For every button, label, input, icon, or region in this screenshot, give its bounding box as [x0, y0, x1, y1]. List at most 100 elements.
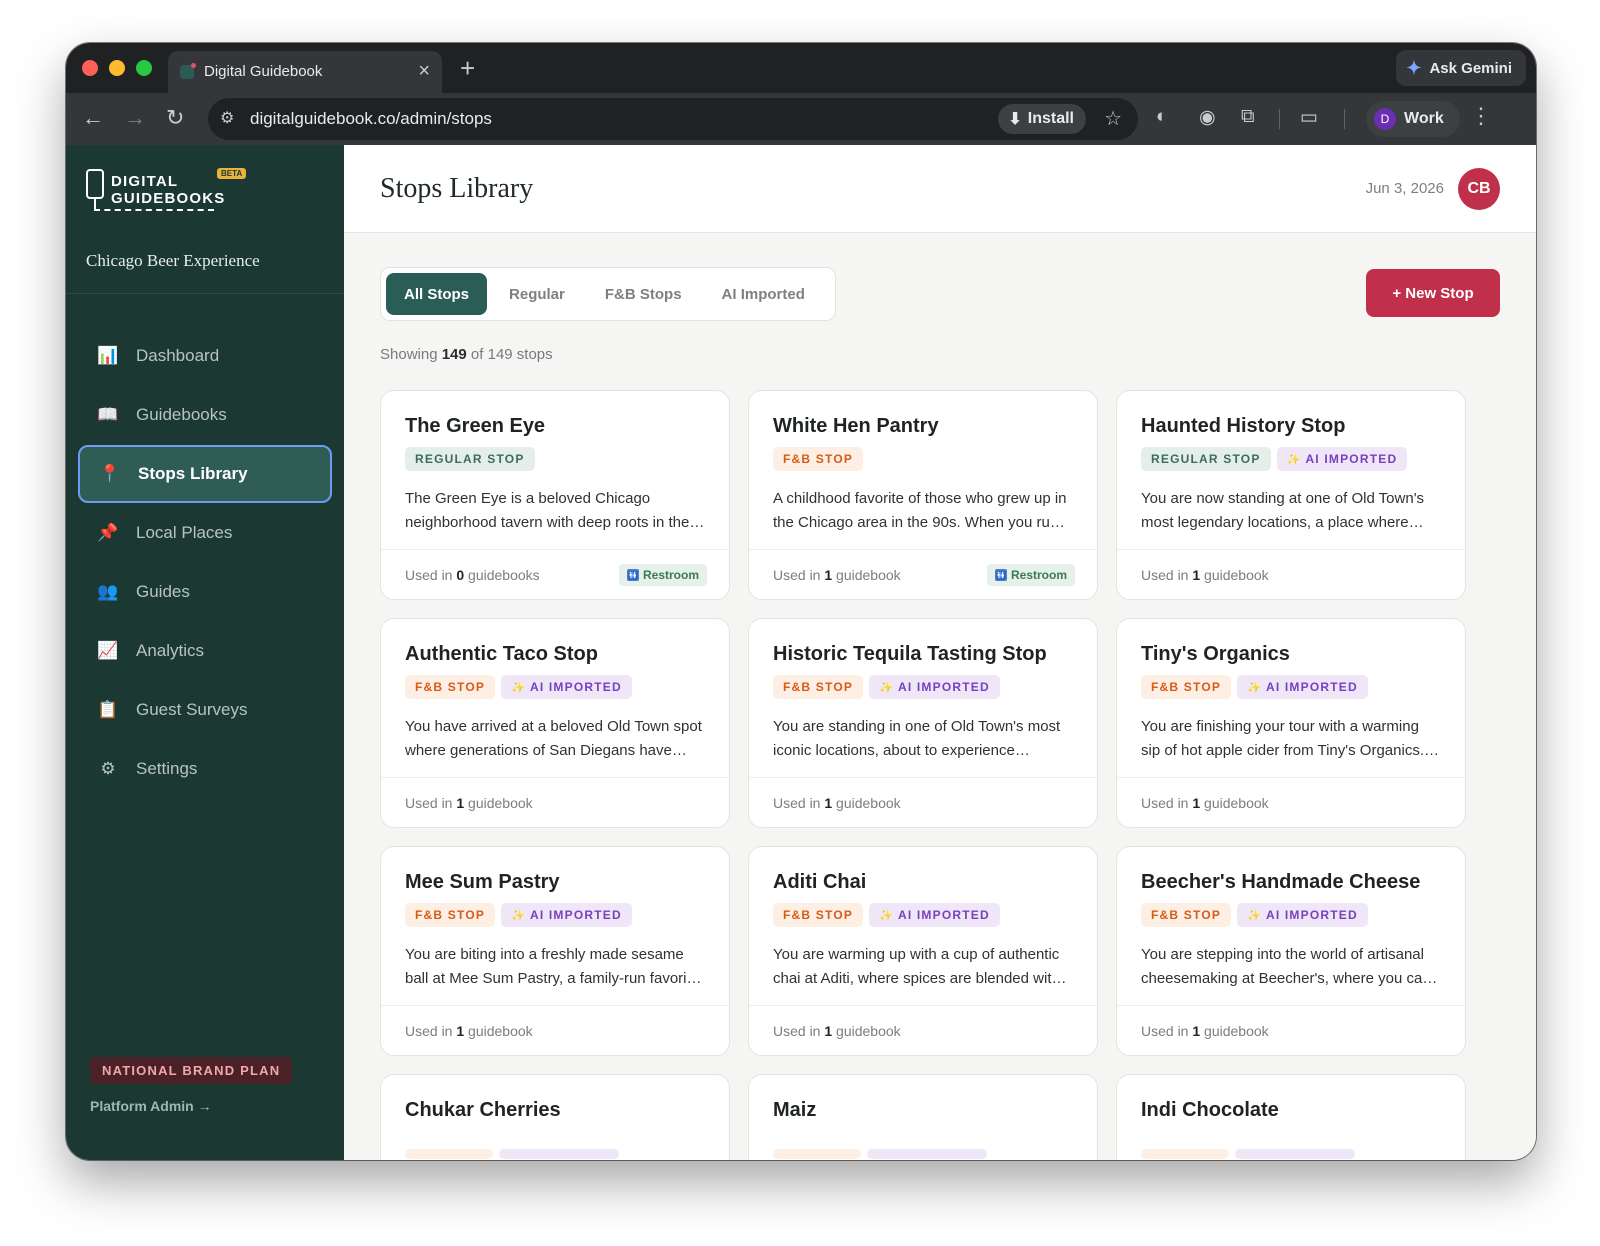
page-header: Stops Library Jun 3, 2026 CB [344, 145, 1536, 233]
phone-logo-icon [86, 169, 104, 199]
ask-gemini-label: Ask Gemini [1429, 59, 1512, 77]
browser-tab[interactable]: Digital Guidebook × [168, 51, 442, 93]
bookmark-star-icon[interactable]: ☆ [1104, 106, 1122, 131]
close-window-button[interactable] [82, 60, 98, 76]
usage-count: Used in 1 guidebook [1141, 795, 1269, 811]
usage-number: 1 [824, 1023, 833, 1039]
stop-description-line: You are finishing your tour with a warmi… [1141, 718, 1419, 735]
stop-card[interactable]: Chukar Cherries [380, 1074, 730, 1160]
sidebar-item-settings[interactable]: ⚙ Settings [78, 740, 332, 798]
ai-imported-badge: ✨ AI IMPORTED [1237, 903, 1368, 927]
organization-name: Chicago Beer Experience [86, 251, 260, 270]
usage-prefix: Used in [773, 795, 821, 811]
sidebar-item-local-places[interactable]: 📌 Local Places [78, 504, 332, 562]
tab-f-b-stops[interactable]: F&B Stops [587, 273, 700, 315]
sidebar-item-stops-library[interactable]: 📍 Stops Library [78, 445, 332, 503]
site-settings-icon[interactable]: ⚙ [220, 108, 234, 128]
usage-unit: guidebook [836, 567, 901, 583]
browser-window: Digital Guidebook × + ✦ Ask Gemini ← → ↻… [66, 43, 1536, 1160]
camera-icon[interactable]: ◉ [1199, 106, 1216, 129]
sidebar-item-guides[interactable]: 👥 Guides [78, 563, 332, 621]
install-label: Install [1027, 110, 1074, 127]
stop-badges: REGULAR STOP ✨ AI IMPORTED [1141, 447, 1408, 471]
tab-ai-imported[interactable]: AI Imported [704, 273, 823, 315]
user-avatar[interactable]: CB [1458, 168, 1500, 210]
digital-guidebooks-logo[interactable]: DIGITAL GUIDEBOOKS BETA [86, 168, 256, 217]
stop-title: Haunted History Stop [1141, 415, 1346, 437]
plan-badge: NATIONAL BRAND PLAN [90, 1057, 293, 1084]
usage-unit: guidebook [836, 795, 901, 811]
trend-chart-icon: 📈 [97, 641, 119, 660]
profile-chip[interactable]: D Work [1366, 101, 1460, 137]
stop-title: Authentic Taco Stop [405, 643, 598, 665]
stop-card[interactable]: Authentic Taco Stop F&B STOP ✨ AI IMPORTED Y… [380, 618, 730, 828]
stop-description-line: You are warming up with a cup of authent… [773, 946, 1060, 963]
new-stop-button[interactable]: + New Stop [1366, 269, 1500, 317]
stop-badges: F&B STOP ✨ AI IMPORTED [405, 903, 632, 927]
stop-badges: F&B STOP ✨ AI IMPORTED [1141, 903, 1368, 927]
badge-label: AI IMPORTED [529, 680, 622, 694]
bar-chart-icon: 📊 [97, 346, 119, 365]
stop-card[interactable]: Aditi Chai F&B STOP ✨ AI IMPORTED You are wa… [748, 846, 1098, 1056]
stop-card-footer: Used in 1 guidebook [381, 777, 729, 827]
extensions-puzzle-icon[interactable]: ⧉ [1241, 106, 1255, 128]
stop-description-line: You are stepping into the world of artis… [1141, 946, 1424, 963]
usage-unit: guidebook [1204, 1023, 1269, 1039]
restroom-label: Restroom [1010, 568, 1067, 582]
browser-toolbar: ← → ↻ ⚙ digitalguidebook.co/admin/stops … [66, 93, 1536, 145]
platform-admin-link[interactable]: Platform Admin → [90, 1098, 212, 1114]
reload-icon[interactable]: ↻ [166, 105, 184, 131]
back-arrow-icon[interactable]: ← [82, 105, 104, 131]
sidebar-item-guidebooks[interactable]: 📖 Guidebooks [78, 386, 332, 444]
tab-regular[interactable]: Regular [491, 273, 583, 315]
stop-card[interactable]: Historic Tequila Tasting Stop F&B STOP ✨ AI… [748, 618, 1098, 828]
tab-title: Digital Guidebook [204, 63, 323, 80]
logo-word-2: GUIDEBOOKS [111, 190, 226, 207]
people-icon: 👥 [97, 582, 119, 601]
badge-label: AI IMPORTED [897, 908, 990, 922]
clipboard-icon: 📋 [97, 700, 119, 719]
stop-card[interactable]: Beecher's Handmade Cheese F&B STOP ✨ AI IMP… [1116, 846, 1466, 1056]
stop-card[interactable]: Haunted History Stop REGULAR STOP ✨ AI IMPO… [1116, 390, 1466, 600]
new-tab-plus-icon[interactable]: + [460, 53, 475, 84]
usage-count: Used in 1 guidebook [405, 1023, 533, 1039]
stop-badges: F&B STOP ✨ AI IMPORTED [405, 675, 632, 699]
tab-all-stops[interactable]: All Stops [386, 273, 488, 315]
logo-route-line [94, 209, 214, 211]
stop-card[interactable]: Tiny's Organics F&B STOP ✨ AI IMPORTED You a… [1116, 618, 1466, 828]
forward-arrow-icon[interactable]: → [124, 105, 146, 131]
stop-card[interactable]: Indi Chocolate [1116, 1074, 1466, 1160]
badge-label: REGULAR STOP [1151, 452, 1261, 466]
regular-stop-badge: REGULAR STOP [405, 447, 535, 471]
sidebar-item-analytics[interactable]: 📈 Analytics [78, 622, 332, 680]
stop-card[interactable]: Mee Sum Pastry F&B STOP ✨ AI IMPORTED You ar… [380, 846, 730, 1056]
usage-prefix: Used in [1141, 1023, 1189, 1039]
stop-description: You are now standing at one of Old Town'… [1141, 487, 1447, 534]
badge-label: REGULAR STOP [415, 452, 525, 466]
stop-card[interactable]: Maiz [748, 1074, 1098, 1160]
maximize-window-button[interactable] [136, 60, 152, 76]
minimize-window-button[interactable] [109, 60, 125, 76]
usage-number: 0 [456, 567, 465, 583]
stop-card[interactable]: White Hen Pantry F&B STOP A childhood favo… [748, 390, 1098, 600]
password-manager-icon[interactable]: ◐ [1156, 106, 1167, 128]
install-app-button[interactable]: ⬇ Install [998, 104, 1086, 134]
toolbar-divider [1344, 109, 1345, 129]
stop-description-line: sip of hot apple cider from Tiny's Organ… [1141, 741, 1439, 759]
profile-avatar: D [1374, 108, 1396, 130]
sidebar-item-dashboard[interactable]: 📊 Dashboard [78, 327, 332, 385]
address-bar[interactable]: ⚙ digitalguidebook.co/admin/stops ⬇ Inst… [208, 98, 1138, 140]
usage-unit: guidebook [468, 795, 533, 811]
browser-menu-icon[interactable]: ⋮ [1470, 103, 1492, 129]
stop-description: You are warming up with a cup of authent… [773, 943, 1079, 990]
url-text: digitalguidebook.co/admin/stops [250, 109, 492, 128]
badge-label: F&B STOP [783, 452, 854, 466]
ask-gemini-button[interactable]: ✦ Ask Gemini [1396, 50, 1526, 86]
gemini-sparkle-icon: ✦ [1406, 57, 1422, 78]
stop-card-footer: Used in 1 guidebook [1117, 1005, 1465, 1055]
stop-card[interactable]: The Green Eye REGULAR STOP The Green Eye i… [380, 390, 730, 600]
reading-mode-icon[interactable]: ▭ [1300, 106, 1318, 129]
tab-close-icon[interactable]: × [418, 60, 430, 83]
usage-count: Used in 1 guidebook [1141, 567, 1269, 583]
sidebar-item-guest-surveys[interactable]: 📋 Guest Surveys [78, 681, 332, 739]
